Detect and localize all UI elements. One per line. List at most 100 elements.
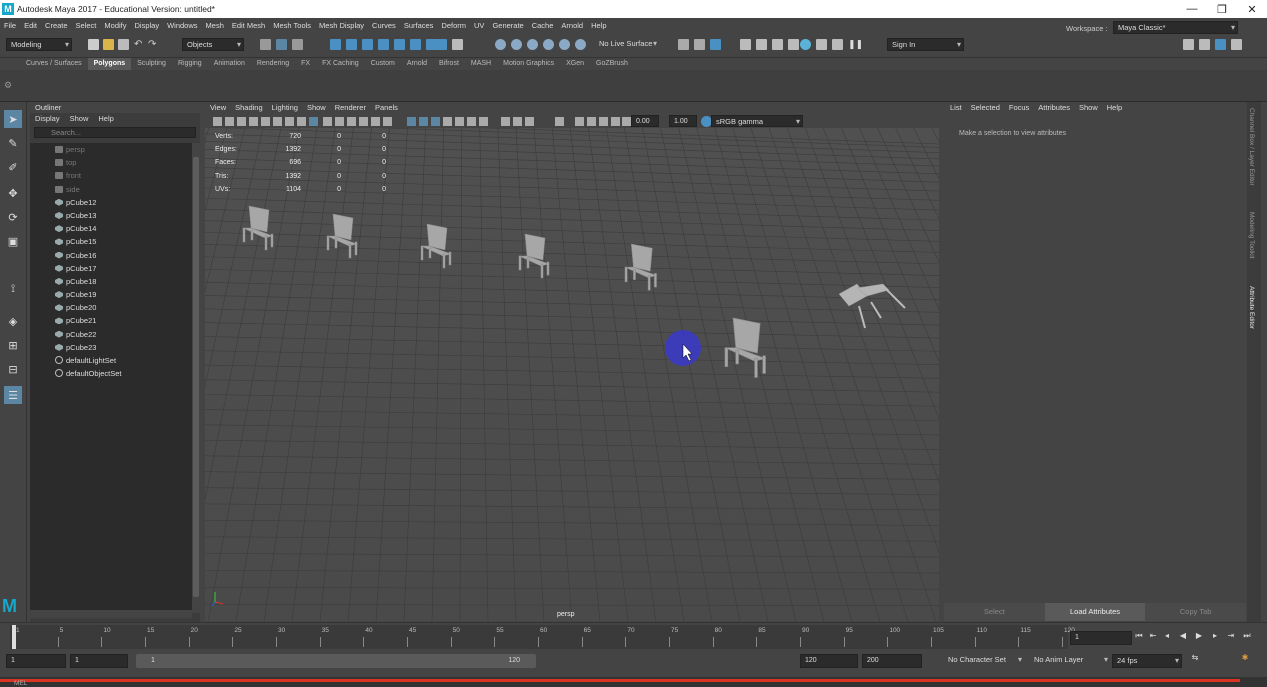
menu-curves[interactable]: Curves — [372, 21, 396, 30]
paint-select-tool-icon[interactable]: ✐ — [4, 158, 22, 176]
chair-mesh[interactable] — [242, 205, 274, 251]
workspace-dropdown[interactable]: Maya Classic* — [1113, 21, 1238, 34]
shelf-tab-bifrost[interactable]: Bifrost — [433, 58, 465, 70]
viewport-toolbar-icons[interactable] — [205, 115, 939, 128]
menu-surfaces[interactable]: Surfaces — [404, 21, 434, 30]
outliner-item[interactable]: pCube12 — [30, 196, 192, 209]
single-perspective-layout-icon[interactable]: ◈ — [4, 312, 22, 330]
chair-mesh[interactable] — [420, 223, 452, 269]
outliner-item[interactable]: pCube23 — [30, 341, 192, 354]
snap-live-icon[interactable] — [394, 39, 405, 50]
save-scene-icon[interactable] — [118, 39, 129, 50]
3d-viewport-canvas[interactable]: Verts: 720 0 0 Edges: 1392 0 0 Faces: 696 0 0 Tris: 1… — [205, 128, 939, 622]
close-button[interactable]: ✕ — [1237, 0, 1267, 18]
show-hide-icon[interactable] — [710, 39, 721, 50]
arnold-render-icon[interactable] — [816, 39, 827, 50]
outliner-item[interactable]: pCube21 — [30, 314, 192, 327]
fps-dropdown[interactable]: 24 fps — [1112, 654, 1182, 668]
lock-icon[interactable] — [452, 39, 463, 50]
outliner-menu-help[interactable]: Help — [98, 113, 113, 125]
render-frame-icon[interactable] — [756, 39, 767, 50]
ipr-render-icon[interactable] — [772, 39, 783, 50]
outliner-item[interactable]: front — [30, 169, 192, 182]
outliner-item[interactable]: pCube18 — [30, 275, 192, 288]
lasso-tool-icon[interactable]: ✎ — [4, 134, 22, 152]
outliner-item[interactable]: pCube13 — [30, 209, 192, 222]
outliner-item[interactable]: pCube16 — [30, 249, 192, 262]
shelf-settings-icon[interactable]: ⚙ — [4, 80, 12, 91]
viewport-menu-view[interactable]: View — [210, 102, 226, 114]
input-operations-icon[interactable] — [678, 39, 689, 50]
snap-view-plane-icon[interactable] — [378, 39, 389, 50]
persp-outliner-layout-icon[interactable]: ⊟ — [4, 360, 22, 378]
playback-start-field[interactable]: 1 — [70, 654, 128, 668]
step-back-frame-icon[interactable]: ◂ — [1162, 631, 1172, 641]
gamma-field[interactable]: 1.00 — [669, 115, 697, 127]
anim-layer-dropdown[interactable]: No Anim Layer — [1030, 654, 1110, 668]
shelf-tab-polygons[interactable]: Polygons — [87, 58, 132, 70]
play-forwards-icon[interactable]: ▶ — [1194, 631, 1204, 641]
selection-mode-dropdown[interactable]: Objects — [182, 38, 244, 51]
shelf-tab-rigging[interactable]: Rigging — [172, 58, 208, 70]
tab-attribute-editor[interactable]: Attribute Editor — [1248, 286, 1255, 329]
menu-modify[interactable]: Modify — [104, 21, 126, 30]
outliner-horizontal-scrollbar[interactable] — [30, 610, 192, 618]
copy-tab-button[interactable]: Copy Tab — [1145, 603, 1247, 621]
minimize-button[interactable]: — — [1177, 0, 1207, 18]
shelf-tab-arnold[interactable]: Arnold — [401, 58, 433, 70]
menu-windows[interactable]: Windows — [167, 21, 197, 30]
sign-in-button[interactable]: Sign In — [887, 38, 964, 51]
auto-key-icon[interactable]: ✱ — [1240, 653, 1250, 663]
loop-icon[interactable]: ⇆ — [1190, 653, 1200, 663]
outliner-item[interactable]: pCube17 — [30, 262, 192, 275]
help-question-icon[interactable] — [436, 39, 447, 50]
shelf-tab-gozbrush[interactable]: GoZBrush — [590, 58, 634, 70]
menu-mesh[interactable]: Mesh — [206, 21, 224, 30]
outliner-item[interactable]: pCube15 — [30, 235, 192, 248]
toggle-channel-box-icon[interactable] — [1231, 39, 1242, 50]
move-tool-icon[interactable]: ✥ — [4, 184, 22, 202]
outliner-item[interactable]: pCube22 — [30, 328, 192, 341]
arnold-ipr-icon[interactable] — [832, 39, 843, 50]
rotate-tool-icon[interactable]: ⟳ — [4, 208, 22, 226]
outliner-item[interactable]: defaultObjectSet — [30, 367, 192, 380]
four-view-layout-icon[interactable]: ⊞ — [4, 336, 22, 354]
select-object-icon[interactable] — [276, 39, 287, 50]
viewport-menu-shading[interactable]: Shading — [235, 102, 263, 114]
construction-history-icon[interactable] — [495, 39, 506, 50]
scale-tool-icon[interactable]: ▣ — [4, 232, 22, 250]
go-to-end-icon[interactable]: ⏭ — [1242, 631, 1252, 641]
shelf-tab-custom[interactable]: Custom — [365, 58, 401, 70]
select-tool-icon[interactable]: ➤ — [4, 110, 22, 128]
live-surface-field[interactable]: No Live Surface — [595, 38, 659, 51]
undo-icon[interactable]: ↶ — [134, 39, 145, 50]
menu-display[interactable]: Display — [135, 21, 160, 30]
outliner-layout-icon[interactable] — [1199, 39, 1210, 50]
play-backwards-icon[interactable]: ◀ — [1178, 631, 1188, 641]
animation-start-field[interactable]: 1 — [6, 654, 66, 668]
outliner-item[interactable]: persp — [30, 143, 192, 156]
chair-mesh[interactable] — [518, 233, 550, 279]
menu-help[interactable]: Help — [591, 21, 606, 30]
tab-modeling-toolkit[interactable]: Modeling Toolkit — [1248, 212, 1255, 259]
timeline-playhead[interactable] — [12, 625, 16, 649]
menu-edit[interactable]: Edit — [24, 21, 37, 30]
tab-channel-box[interactable]: Channel Box / Layer Editor — [1248, 108, 1255, 186]
range-slider-bar[interactable]: 1 120 — [136, 654, 536, 668]
shelf-tab-xgen[interactable]: XGen — [560, 58, 590, 70]
menu-mesh-tools[interactable]: Mesh Tools — [273, 21, 311, 30]
viewport-menu-renderer[interactable]: Renderer — [335, 102, 366, 114]
command-line[interactable]: MEL — [0, 677, 1267, 687]
menu-mesh-display[interactable]: Mesh Display — [319, 21, 364, 30]
color-space-dropdown[interactable]: sRGB gamma — [711, 115, 803, 127]
menu-arnold[interactable]: Arnold — [561, 21, 583, 30]
outliner-search-input[interactable]: Search... — [34, 127, 196, 138]
menu-set-dropdown[interactable]: Modeling — [6, 38, 72, 51]
time-slider-track[interactable]: 1 5 10 15 20 25 30 35 40 45 50 55 60 65 70 75 80 85 90 95 10… — [10, 625, 1075, 649]
select-button[interactable]: Select — [944, 603, 1045, 621]
shelf-tab-rendering[interactable]: Rendering — [251, 58, 295, 70]
menu-cache[interactable]: Cache — [532, 21, 554, 30]
current-frame-field[interactable]: 1 — [1070, 631, 1132, 645]
outliner-item[interactable]: pCube14 — [30, 222, 192, 235]
outliner-menu-display[interactable]: Display — [35, 113, 60, 125]
